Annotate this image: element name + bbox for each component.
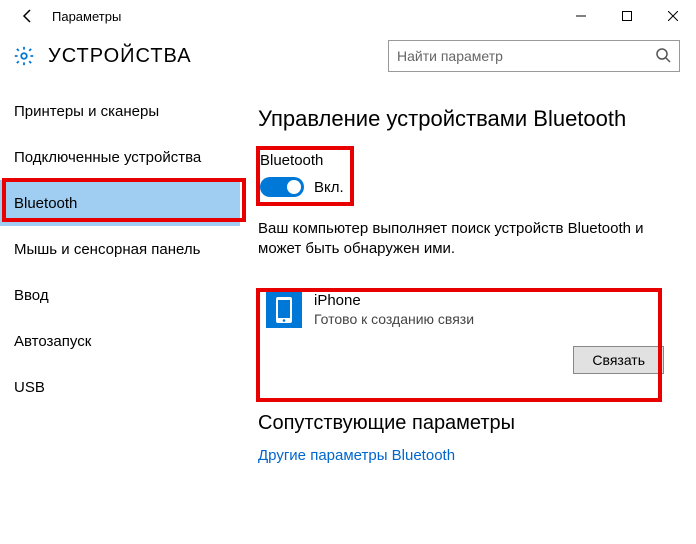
maximize-button[interactable] — [604, 0, 650, 32]
phone-icon — [266, 292, 302, 328]
page-header: УСТРОЙСТВА — [0, 32, 696, 82]
toggle-label: Bluetooth — [260, 152, 344, 169]
titlebar: Параметры — [0, 0, 696, 32]
device-list: iPhone Готово к созданию связи Связать — [258, 284, 672, 384]
bluetooth-toggle-block: Bluetooth Вкл. — [258, 150, 356, 205]
content-pane: Управление устройствами Bluetooth Blueto… — [240, 82, 696, 544]
window-title: Параметры — [48, 9, 121, 24]
sidebar-item-label: Ввод — [14, 287, 49, 304]
pair-button[interactable]: Связать — [573, 346, 664, 374]
search-box[interactable] — [388, 40, 680, 72]
device-item[interactable]: iPhone Готово к созданию связи — [266, 292, 664, 328]
minimize-button[interactable] — [558, 0, 604, 32]
related-heading: Сопутствующие параметры — [258, 412, 672, 435]
sidebar-item-label: Автозапуск — [14, 333, 91, 350]
page-title: УСТРОЙСТВА — [48, 45, 192, 68]
sidebar-item-label: Bluetooth — [14, 195, 77, 212]
content-heading: Управление устройствами Bluetooth — [258, 106, 672, 132]
sidebar-item-connected[interactable]: Подключенные устройства — [0, 134, 240, 180]
device-status: Готово к созданию связи — [314, 311, 664, 327]
sidebar-item-label: Мышь и сенсорная панель — [14, 241, 200, 258]
sidebar-item-printers[interactable]: Принтеры и сканеры — [0, 88, 240, 134]
sidebar-item-bluetooth[interactable]: Bluetooth — [0, 180, 240, 226]
close-button[interactable] — [650, 0, 696, 32]
sidebar-item-label: Принтеры и сканеры — [14, 103, 159, 120]
toggle-state: Вкл. — [314, 179, 344, 196]
sidebar-item-usb[interactable]: USB — [0, 364, 240, 410]
sidebar-item-input[interactable]: Ввод — [0, 272, 240, 318]
bluetooth-description: Ваш компьютер выполняет поиск устройств … — [258, 219, 658, 260]
sidebar-item-label: USB — [14, 379, 45, 396]
sidebar: Принтеры и сканеры Подключенные устройст… — [0, 82, 240, 544]
sidebar-item-label: Подключенные устройства — [14, 149, 201, 166]
search-icon — [655, 47, 671, 66]
search-input[interactable] — [397, 48, 647, 64]
sidebar-item-mouse[interactable]: Мышь и сенсорная панель — [0, 226, 240, 272]
gear-icon — [12, 44, 36, 68]
back-button[interactable] — [8, 0, 48, 32]
more-bluetooth-link[interactable]: Другие параметры Bluetooth — [258, 447, 672, 464]
bluetooth-toggle[interactable] — [260, 177, 304, 197]
toggle-knob — [287, 180, 301, 194]
device-name: iPhone — [314, 292, 664, 309]
sidebar-item-autoplay[interactable]: Автозапуск — [0, 318, 240, 364]
